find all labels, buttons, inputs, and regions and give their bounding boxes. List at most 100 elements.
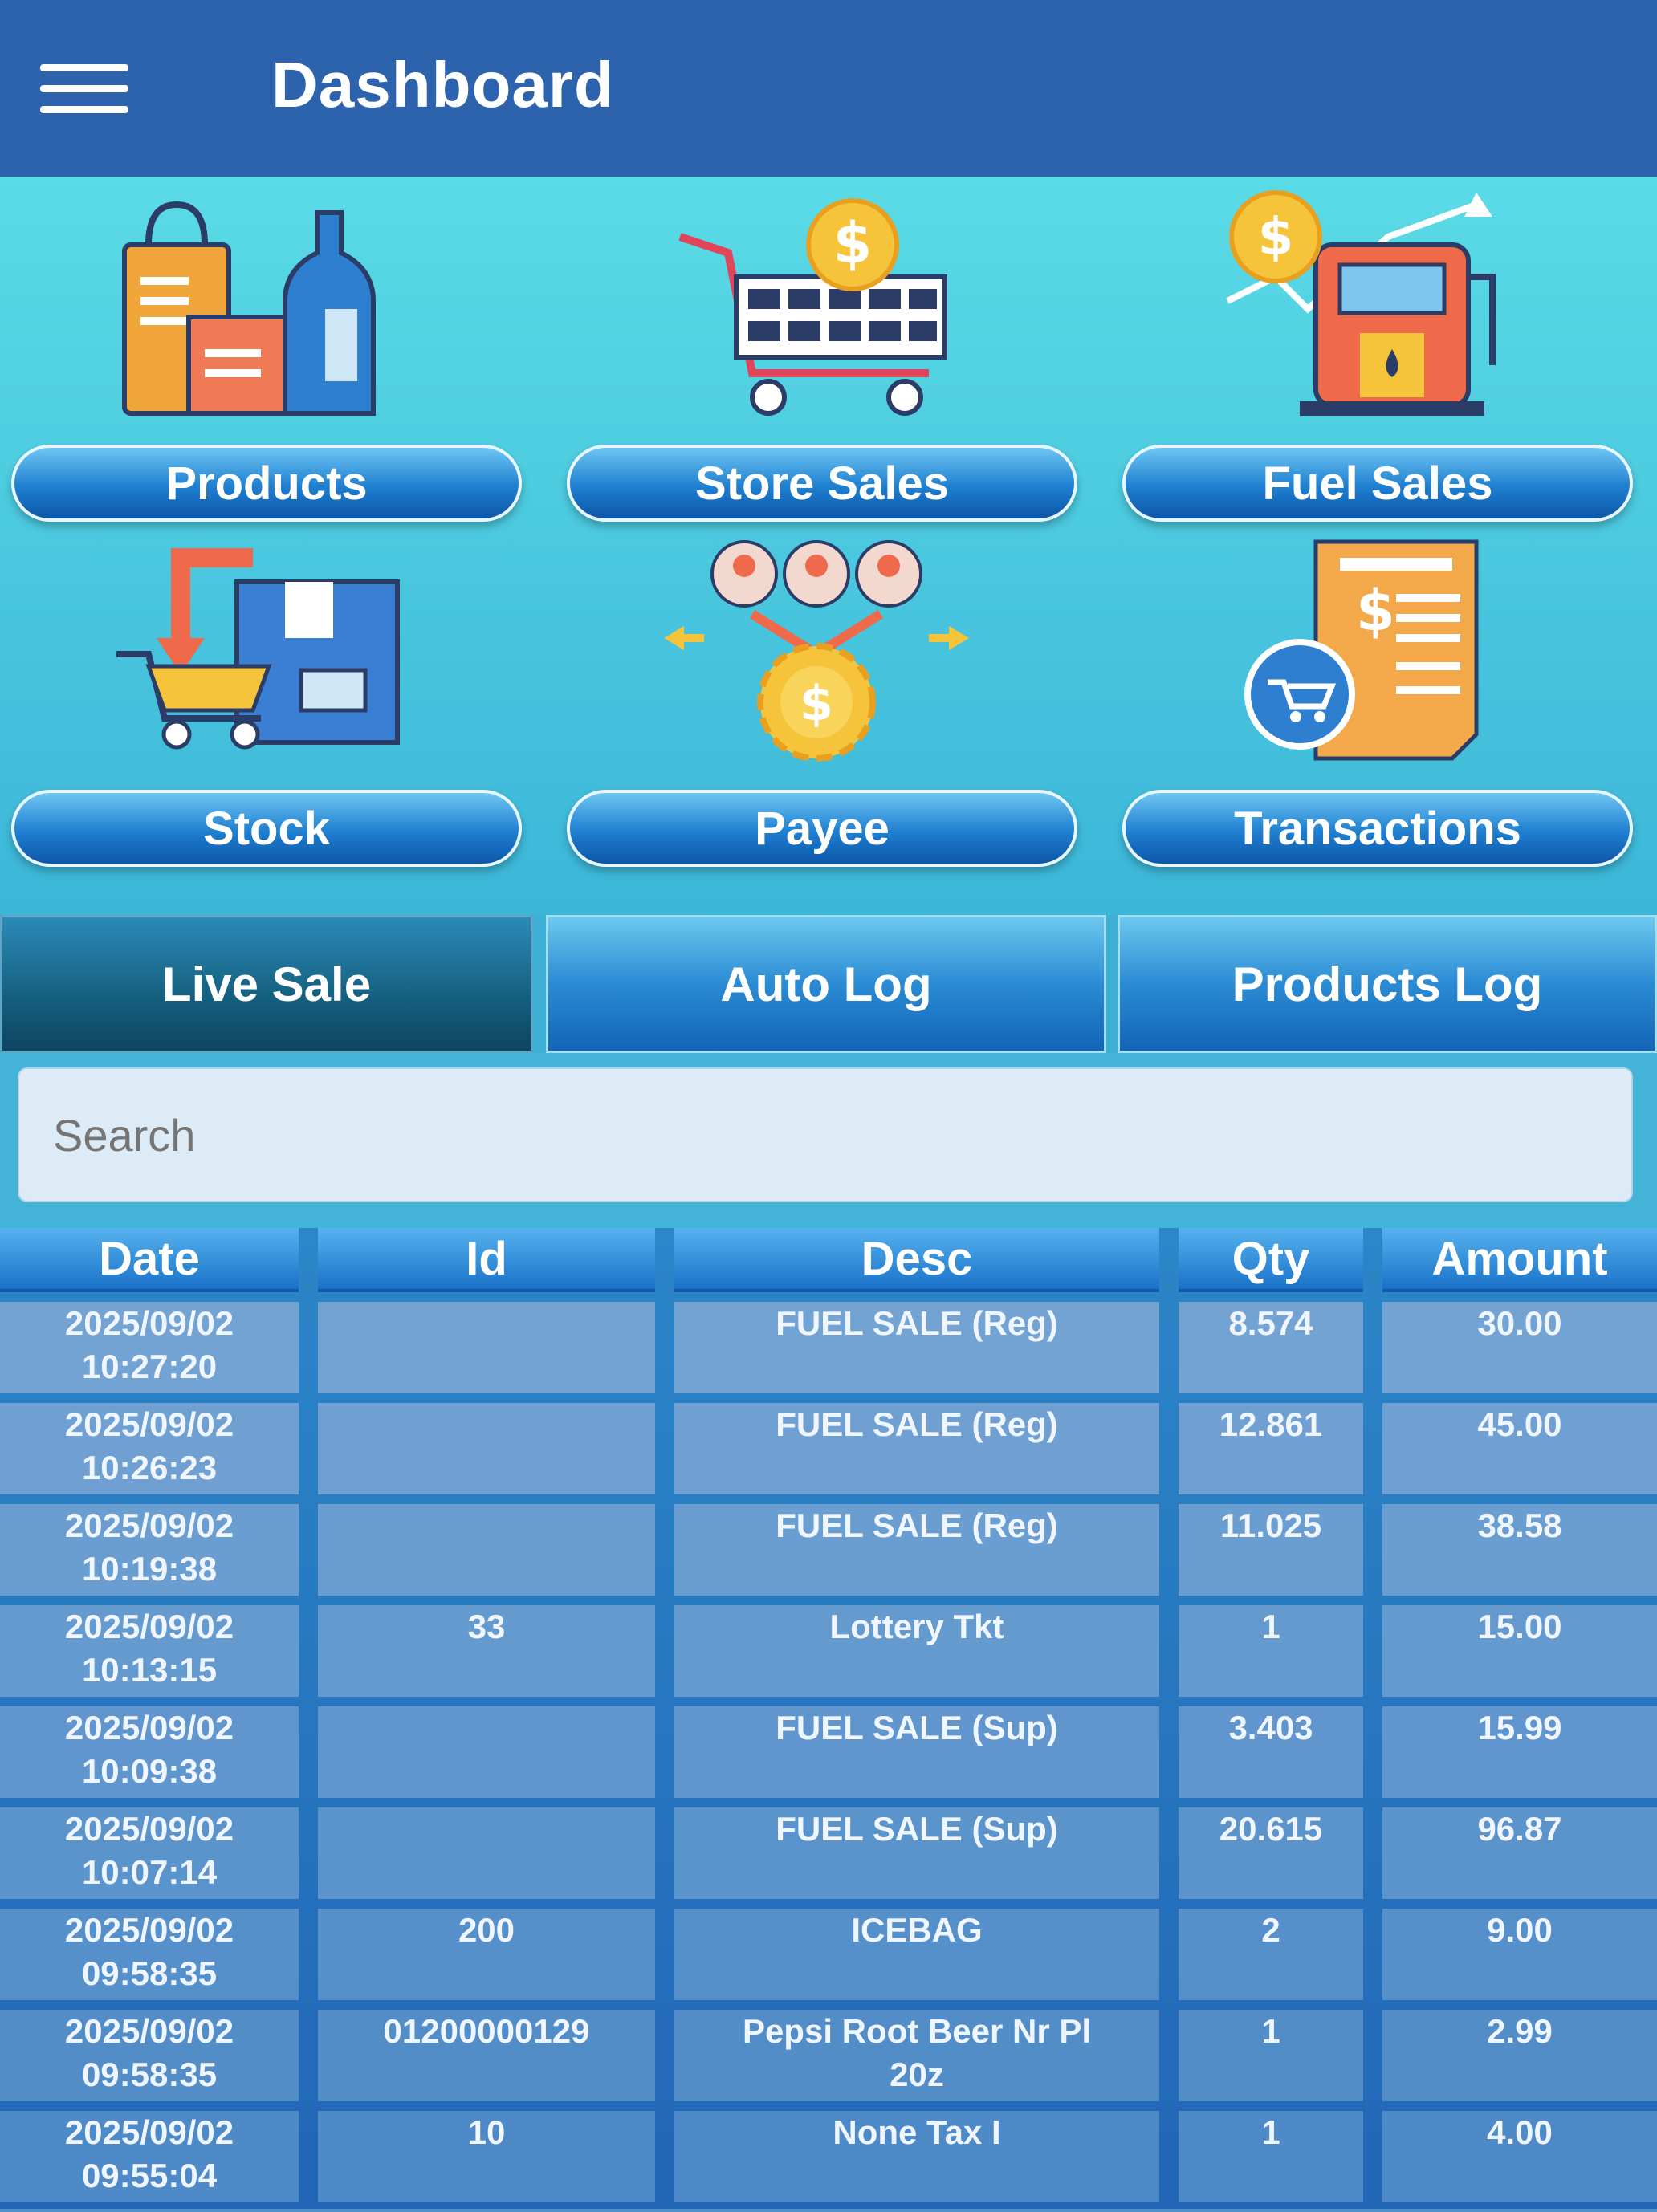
table-cell-date: 2025/09/02 09:55:04	[0, 2111, 299, 2202]
search-bar	[0, 1053, 1657, 1231]
table-cell-date: 2025/09/02 09:58:35	[0, 1909, 299, 2000]
row-date: 2025/09/02	[64, 1405, 234, 1443]
table-cell-qty: 3.403	[1179, 1706, 1363, 1798]
table-cell-amount: 38.58	[1382, 1504, 1657, 1596]
column-header-id[interactable]: Id	[318, 1228, 655, 1292]
stock-button[interactable]: Stock	[11, 790, 522, 867]
svg-text:$: $	[833, 210, 873, 276]
table-row[interactable]: 2025/09/02 10:07:14 FUEL SALE (Sup) 20.615 9…	[0, 1807, 1657, 1909]
hamburger-menu-icon[interactable]	[40, 64, 128, 114]
table-cell-amount: 15.99	[1382, 1706, 1657, 1798]
payee-button[interactable]: Payee	[567, 790, 1077, 867]
payee-icon: $	[556, 522, 1077, 779]
transactions-button[interactable]: Transactions	[1122, 790, 1633, 867]
table-row[interactable]: 2025/09/02 09:55:04 10 None Tax I 1 4.00	[0, 2111, 1657, 2212]
column-header-date[interactable]: Date	[0, 1228, 299, 1292]
table-row[interactable]: 2025/09/02 10:09:38 FUEL SALE (Sup) 3.403 15…	[0, 1706, 1657, 1807]
table-cell-id	[318, 1504, 655, 1596]
table-cell-id	[318, 1807, 655, 1899]
app-bar: Dashboard	[0, 0, 1657, 177]
tile-products[interactable]: Products	[0, 177, 522, 522]
tile-stock[interactable]: Stock	[0, 522, 522, 867]
table-cell-desc: None Tax I	[674, 2111, 1159, 2202]
tab-products-log[interactable]: Products Log	[1118, 915, 1657, 1053]
column-header-desc[interactable]: Desc	[674, 1228, 1159, 1292]
table-cell-desc: FUEL SALE (Sup)	[674, 1807, 1159, 1899]
row-date: 2025/09/02	[64, 1709, 234, 1746]
table-cell-desc: FUEL SALE (Reg)	[674, 1504, 1159, 1596]
store-sales-button[interactable]: Store Sales	[567, 445, 1077, 522]
sales-table: Date Id Desc Qty Amount 2025/09/02 10:27:…	[0, 1228, 1657, 2209]
table-cell-id	[318, 1706, 655, 1798]
row-date: 2025/09/02	[64, 2113, 234, 2151]
table-cell-qty: 1	[1179, 2010, 1363, 2101]
table-cell-amount: 96.87	[1382, 1807, 1657, 1899]
fuel-pump-icon: $	[1111, 177, 1633, 433]
table-row[interactable]: 2025/09/02 10:19:38 FUEL SALE (Reg) 11.025 3…	[0, 1504, 1657, 1605]
receipt-icon: $	[1111, 522, 1633, 779]
page-title: Dashboard	[271, 49, 614, 120]
products-icon	[0, 177, 522, 433]
table-row[interactable]: 2025/09/02 09:58:35 01200000129 Pepsi Root …	[0, 2010, 1657, 2111]
tab-live-sale[interactable]: Live Sale	[0, 915, 533, 1053]
table-cell-desc: FUEL SALE (Reg)	[674, 1403, 1159, 1494]
row-desc: FUEL SALE (Reg)	[776, 1304, 1058, 1342]
row-desc: None Tax I	[833, 2113, 1001, 2151]
tile-transactions[interactable]: $ Transactions	[1111, 522, 1633, 867]
svg-text:$: $	[1258, 208, 1294, 267]
row-time: 09:58:35	[81, 1954, 218, 1992]
row-date: 2025/09/02	[64, 1304, 234, 1342]
fuel-sales-button[interactable]: Fuel Sales	[1122, 445, 1633, 522]
shopping-cart-icon: $	[556, 177, 1077, 433]
row-time: 10:19:38	[81, 1550, 218, 1588]
table-row[interactable]: 2025/09/02 10:26:23 FUEL SALE (Reg) 12.861 4…	[0, 1403, 1657, 1504]
row-date: 2025/09/02	[64, 1810, 234, 1848]
row-date: 2025/09/02	[64, 1911, 234, 1949]
row-time: 09:55:04	[81, 2157, 218, 2194]
column-header-qty[interactable]: Qty	[1179, 1228, 1363, 1292]
table-cell-date: 2025/09/02 10:13:15	[0, 1605, 299, 1697]
dashboard-tiles: Products $ Store Sales $ Fuel Sales Stoc…	[0, 177, 1657, 915]
table-cell-id: 33	[318, 1605, 655, 1697]
row-desc: FUEL SALE (Sup)	[776, 1709, 1058, 1746]
svg-text:$: $	[1356, 578, 1395, 644]
row-time: 10:09:38	[81, 1752, 218, 1790]
row-desc: ICEBAG	[851, 1911, 983, 1949]
table-cell-qty: 1	[1179, 2111, 1363, 2202]
products-button[interactable]: Products	[11, 445, 522, 522]
tile-fuel-sales[interactable]: $ Fuel Sales	[1111, 177, 1633, 522]
table-cell-id: 01200000129	[318, 2010, 655, 2101]
table-cell-date: 2025/09/02 10:07:14	[0, 1807, 299, 1899]
row-desc: Pepsi Root Beer Nr Pl	[742, 2012, 1092, 2050]
table-cell-date: 2025/09/02 10:09:38	[0, 1706, 299, 1798]
table-cell-amount: 9.00	[1382, 1909, 1657, 2000]
table-cell-desc: Pepsi Root Beer Nr Pl 20z	[674, 2010, 1159, 2101]
search-input[interactable]	[18, 1067, 1633, 1202]
table-cell-id: 200	[318, 1909, 655, 2000]
row-desc: FUEL SALE (Reg)	[776, 1507, 1058, 1544]
table-cell-date: 2025/09/02 10:26:23	[0, 1403, 299, 1494]
table-cell-qty: 20.615	[1179, 1807, 1363, 1899]
table-row[interactable]: 2025/09/02 10:27:20 FUEL SALE (Reg) 8.574 30…	[0, 1302, 1657, 1403]
table-cell-desc: ICEBAG	[674, 1909, 1159, 2000]
log-tabs: Live Sale Auto Log Products Log	[0, 915, 1657, 1053]
table-row[interactable]: 2025/09/02 10:13:15 33 Lottery Tkt 1 15.00	[0, 1605, 1657, 1706]
table-cell-amount: 2.99	[1382, 2010, 1657, 2101]
table-row[interactable]: 2025/09/02 09:58:35 200 ICEBAG 2 9.00	[0, 1909, 1657, 2010]
row-desc: Lottery Tkt	[829, 1608, 1004, 1645]
table-cell-amount: 4.00	[1382, 2111, 1657, 2202]
table-cell-qty: 12.861	[1179, 1403, 1363, 1494]
table-cell-date: 2025/09/02 10:27:20	[0, 1302, 299, 1393]
svg-text:$: $	[800, 676, 833, 732]
tile-store-sales[interactable]: $ Store Sales	[556, 177, 1077, 522]
tile-payee[interactable]: $ Payee	[556, 522, 1077, 867]
table-cell-id	[318, 1302, 655, 1393]
table-cell-amount: 30.00	[1382, 1302, 1657, 1393]
column-header-amount[interactable]: Amount	[1382, 1228, 1657, 1292]
table-cell-id: 10	[318, 2111, 655, 2202]
table-cell-id	[318, 1403, 655, 1494]
tab-auto-log[interactable]: Auto Log	[546, 915, 1106, 1053]
row-date: 2025/09/02	[64, 1507, 234, 1544]
table-cell-desc: FUEL SALE (Reg)	[674, 1302, 1159, 1393]
row-time: 10:07:14	[81, 1853, 218, 1891]
